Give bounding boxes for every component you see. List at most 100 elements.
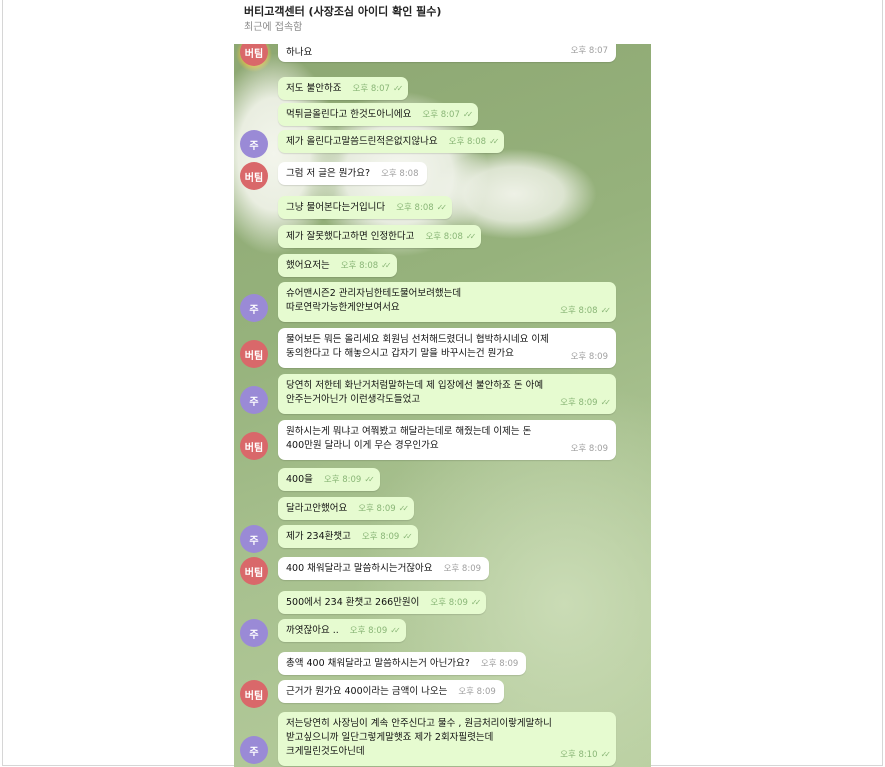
message-row: 버팀 400 채워달라고 말씀하시는거잖아요 오후 8:09 <box>234 557 651 585</box>
message-row: 400을 오후 8:09 ✓✓ <box>234 468 651 494</box>
message-text: 근거가 뭔가요 400이라는 금액이 나오는 <box>286 686 448 697</box>
avatar[interactable]: 주 <box>240 619 268 647</box>
message-time: 오후 8:08 ✓✓ <box>448 137 500 147</box>
message-bubble[interactable]: 제가 잘못했다고하면 인정한다고 오후 8:08 ✓✓ <box>278 225 482 248</box>
message-text: 했어요저는 <box>286 260 330 271</box>
message-time: 오후 8:09 ✓✓ <box>358 504 409 514</box>
avatar[interactable]: 버팀 <box>240 680 268 708</box>
message-time: 오후 8:07 ✓✓ <box>422 110 474 120</box>
message-bubble[interactable]: 근거가 뭔가요 400이라는 금액이 나오는 오후 8:09 <box>278 680 504 703</box>
message-bubble[interactable]: 제가 234환챗고 오후 8:09 ✓✓ <box>278 525 418 548</box>
last-seen-status: 최근에 접속함 <box>244 22 303 33</box>
chat-area[interactable]: 버팀 하나요 오후 8:07 저도 불안하죠 오후 8:07 ✓✓ 먹튀글올린다고… <box>234 44 651 767</box>
message-text: 그냥 물어본다는거입니다 <box>286 202 386 213</box>
message-text: 제가 잘못했다고하면 인정한다고 <box>286 231 415 242</box>
double-check-icon: ✓✓ <box>402 532 413 541</box>
avatar[interactable]: 주 <box>240 294 268 322</box>
double-check-icon: ✓✓ <box>600 398 612 407</box>
message-text: 까엿잖아요 .. <box>286 625 339 636</box>
avatar[interactable]: 주 <box>240 525 268 553</box>
message-row: 총액 400 채워달라고 말씀하시는거 아닌가요? 오후 8:09 <box>234 652 651 678</box>
message-bubble[interactable]: 먹튀글올린다고 한것도아니에요 오후 8:07 ✓✓ <box>278 103 479 126</box>
message-bubble[interactable]: 제가 올린다고말씀드린적은없지않나요 오후 8:08 ✓✓ <box>278 130 505 153</box>
message-bubble[interactable]: 총액 400 채워달라고 말씀하시는거 아닌가요? 오후 8:09 <box>278 652 527 675</box>
message-time: 오후 8:09 <box>458 687 496 697</box>
message-bubble[interactable]: 물어보든 뭐든 올리세요 회원님 선처해드렸더니 협박하시네요 이제 동의한다고… <box>278 328 616 368</box>
message-row: 했어요저는 오후 8:08 ✓✓ <box>234 254 651 280</box>
avatar[interactable]: 주 <box>240 130 268 158</box>
message-bubble[interactable]: 그럼 저 글은 뭔가요? 오후 8:08 <box>278 162 427 185</box>
message-text: 저는당연히 사장님이 계속 안주신다고 물수 , 원금처리이랗게말하니 받고싶으… <box>286 718 552 757</box>
message-time: 오후 8:08 <box>381 169 419 179</box>
double-check-icon: ✓✓ <box>392 84 404 93</box>
avatar[interactable]: 버팀 <box>240 162 268 190</box>
message-text: 하나요 <box>286 47 313 58</box>
message-row: 저도 불안하죠 오후 8:07 ✓✓ <box>234 77 651 103</box>
message-row: 달라고안했어요 오후 8:09 ✓✓ <box>234 497 651 523</box>
message-row: 먹튀글올린다고 한것도아니에요 오후 8:07 ✓✓ <box>234 103 651 129</box>
message-time: 오후 8:08 ✓✓ <box>560 306 612 316</box>
avatar[interactable]: 주 <box>240 386 268 414</box>
message-row: 주 슈어맨시즌2 관리자님한테도물어보려했는데 따로연락가능한게안보여서요 오후… <box>234 282 651 322</box>
double-check-icon: ✓✓ <box>364 475 375 484</box>
message-bubble[interactable]: 저는당연히 사장님이 계속 안주신다고 물수 , 원금처리이랗게말하니 받고싶으… <box>278 712 616 766</box>
message-row: 버팀 원하시는게 뭐냐고 여쭤봤고 해달라는데로 해줬는데 이제는 돈 400만… <box>234 420 651 460</box>
message-bubble[interactable]: 슈어맨시즌2 관리자님한테도물어보려했는데 따로연락가능한게안보여서요 오후 8… <box>278 282 616 322</box>
message-time: 오후 8:09 <box>570 444 608 454</box>
message-text: 그럼 저 글은 뭔가요? <box>286 168 371 179</box>
double-check-icon: ✓✓ <box>436 203 448 212</box>
message-row: 버팀 물어보든 뭐든 올리세요 회원님 선처해드렸더니 협박하시네요 이제 동의… <box>234 328 651 368</box>
message-bubble[interactable]: 500에서 234 환챗고 266만원이 오후 8:09 ✓✓ <box>278 591 487 614</box>
double-check-icon: ✓✓ <box>600 306 612 315</box>
double-check-icon: ✓✓ <box>390 626 401 635</box>
double-check-icon: ✓✓ <box>465 232 477 241</box>
message-bubble[interactable]: 그냥 물어본다는거입니다 오후 8:08 ✓✓ <box>278 196 453 219</box>
message-row: 500에서 234 환챗고 266만원이 오후 8:09 ✓✓ <box>234 591 651 617</box>
message-bubble[interactable]: 달라고안했어요 오후 8:09 ✓✓ <box>278 497 415 520</box>
double-check-icon: ✓✓ <box>381 261 392 270</box>
double-check-icon: ✓✓ <box>462 110 474 119</box>
double-check-icon: ✓✓ <box>600 750 612 759</box>
message-time: 오후 8:07 <box>570 46 608 56</box>
message-bubble[interactable]: 400을 오후 8:09 ✓✓ <box>278 468 380 491</box>
message-bubble[interactable]: 원하시는게 뭐냐고 여쭤봤고 해달라는데로 해줬는데 이제는 돈 400만원 달… <box>278 420 616 460</box>
avatar[interactable]: 버팀 <box>240 432 268 460</box>
message-bubble[interactable]: 까엿잖아요 .. 오후 8:09 ✓✓ <box>278 619 406 642</box>
message-time: 오후 8:07 ✓✓ <box>352 84 404 94</box>
chat-title: 버티고객센터 (사장조심 아이디 확인 필수) <box>244 5 442 18</box>
message-row: 주 제가 234환챗고 오후 8:09 ✓✓ <box>234 525 651 553</box>
message-text: 물어보든 뭐든 올리세요 회원님 선처해드렸더니 협박하시네요 이제 동의한다고… <box>286 334 549 359</box>
message-row: 주 당연히 저한테 화난거처럼말하는데 제 입장에선 불안하죠 돈 아예 안주는… <box>234 374 651 414</box>
double-check-icon: ✓✓ <box>470 598 482 607</box>
message-bubble[interactable]: 하나요 오후 8:07 <box>278 44 616 62</box>
message-time: 오후 8:09 <box>443 564 482 574</box>
message-bubble[interactable]: 했어요저는 오후 8:08 ✓✓ <box>278 254 397 277</box>
avatar[interactable]: 버팀 <box>240 340 268 368</box>
message-bubble[interactable]: 저도 불안하죠 오후 8:07 ✓✓ <box>278 77 409 100</box>
message-time: 오후 8:08 ✓✓ <box>425 232 477 242</box>
message-time: 오후 8:09 <box>570 352 608 362</box>
message-text: 제가 올린다고말씀드린적은없지않나요 <box>286 136 438 147</box>
avatar[interactable]: 버팀 <box>240 44 268 66</box>
message-time: 오후 8:08 ✓✓ <box>340 261 392 271</box>
message-bubble[interactable]: 당연히 저한테 화난거처럼말하는데 제 입장에선 불안하죠 돈 아예 안주는거아… <box>278 374 616 414</box>
avatar[interactable]: 버팀 <box>240 557 268 585</box>
message-text: 총액 400 채워달라고 말씀하시는거 아닌가요? <box>286 658 470 669</box>
avatar[interactable]: 주 <box>240 736 268 764</box>
message-time: 오후 8:09 ✓✓ <box>323 475 375 485</box>
message-row: 주 저는당연히 사장님이 계속 안주신다고 물수 , 원금처리이랗게말하니 받고… <box>234 712 651 766</box>
message-row: 제가 잘못했다고하면 인정한다고 오후 8:08 ✓✓ <box>234 225 651 251</box>
message-time: 오후 8:10 ✓✓ <box>560 750 612 760</box>
message-text: 달라고안했어요 <box>286 503 348 514</box>
message-text: 제가 234환챗고 <box>286 531 351 542</box>
message-row: 버팀 하나요 오후 8:07 <box>234 44 651 66</box>
message-bubble[interactable]: 400 채워달라고 말씀하시는거잖아요 오후 8:09 <box>278 557 490 580</box>
message-text: 500에서 234 환챗고 266만원이 <box>286 597 420 608</box>
message-time: 오후 8:09 <box>480 659 519 669</box>
message-row: 주 까엿잖아요 .. 오후 8:09 ✓✓ <box>234 619 651 647</box>
message-time: 오후 8:09 ✓✓ <box>430 598 482 608</box>
message-text: 400을 <box>286 474 313 485</box>
message-row: 주 제가 올린다고말씀드린적은없지않나요 오후 8:08 ✓✓ <box>234 130 651 158</box>
message-text: 저도 불안하죠 <box>286 83 342 94</box>
chat-header[interactable]: 버티고객센터 (사장조심 아이디 확인 필수) 최근에 접속함 <box>244 4 441 36</box>
